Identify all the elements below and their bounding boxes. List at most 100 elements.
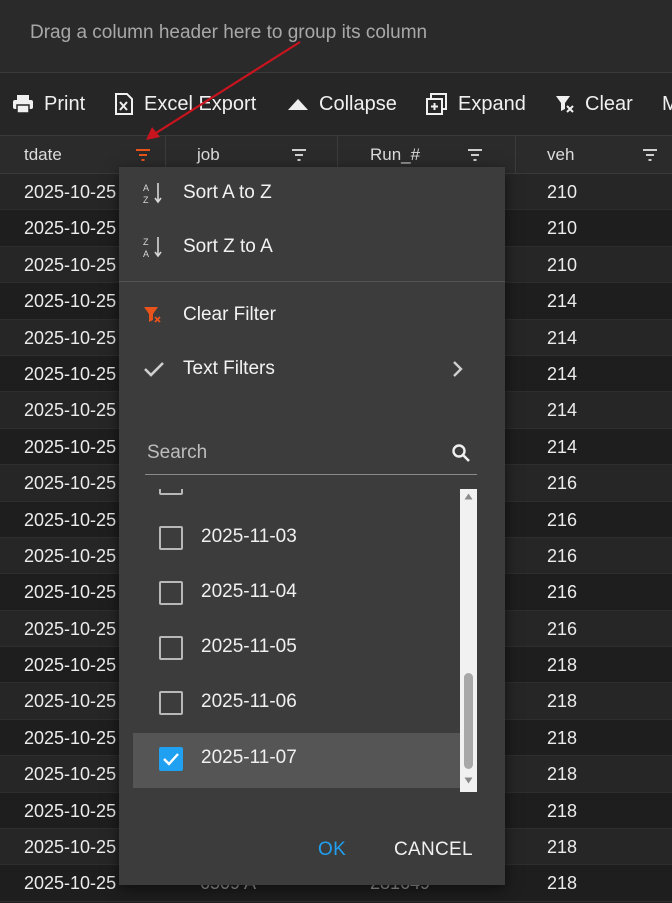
checkmark-icon bbox=[144, 362, 164, 377]
column-header-label: Run_# bbox=[370, 144, 421, 164]
cell-veh: 218 bbox=[547, 800, 578, 821]
excel-icon bbox=[115, 93, 133, 115]
scrollbar-thumb[interactable] bbox=[464, 673, 473, 769]
filter-value-item[interactable]: 2025-11-04 bbox=[133, 567, 460, 622]
cell-veh: 214 bbox=[547, 327, 578, 348]
cell-tdate: 2025-10-25 bbox=[24, 363, 117, 384]
filter-value-item[interactable]: 2025-11-06 bbox=[133, 677, 460, 732]
printer-icon bbox=[13, 95, 33, 114]
sort-ascending-label: Sort A to Z bbox=[183, 182, 272, 203]
cell-tdate: 2025-10-25 bbox=[24, 436, 117, 457]
filter-icon[interactable] bbox=[291, 149, 307, 161]
text-filters-item[interactable]: Text Filters bbox=[119, 343, 505, 395]
checkmark-icon bbox=[163, 753, 179, 766]
expand-icon bbox=[426, 93, 447, 115]
chevron-right-icon bbox=[453, 361, 463, 377]
svg-text:A: A bbox=[143, 249, 149, 259]
cell-veh: 214 bbox=[547, 363, 578, 384]
sort-descending-label: Sort Z to A bbox=[183, 236, 273, 257]
cell-veh: 218 bbox=[547, 727, 578, 748]
more-toolbar-button[interactable]: M bbox=[662, 73, 672, 135]
filter-value-list: 2025-11-02 2025-11-03 2025-11-04 2025-11… bbox=[133, 489, 477, 792]
cell-veh: 216 bbox=[547, 582, 578, 603]
excel-export-button[interactable]: Excel Export bbox=[114, 73, 256, 135]
cell-tdate: 2025-10-25 bbox=[24, 254, 117, 275]
expand-button[interactable]: Expand bbox=[426, 73, 526, 135]
cancel-button[interactable]: CANCEL bbox=[394, 839, 473, 861]
grid-toolbar: Print Excel Export Collapse Expand Clear… bbox=[0, 72, 672, 136]
cell-tdate: 2025-10-25 bbox=[24, 691, 117, 712]
clear-filter-item[interactable]: Clear Filter bbox=[119, 289, 505, 341]
filter-value-label: 2025-11-02 bbox=[201, 489, 297, 493]
checkbox-checked[interactable] bbox=[159, 747, 183, 771]
cell-tdate: 2025-10-25 bbox=[24, 182, 117, 202]
filter-search-input[interactable]: Search bbox=[145, 432, 477, 475]
filter-icon[interactable] bbox=[642, 149, 658, 161]
sort-ascending-item[interactable]: AZ Sort A to Z bbox=[119, 167, 505, 219]
checkbox[interactable] bbox=[159, 581, 183, 605]
svg-text:Z: Z bbox=[143, 195, 149, 205]
sort-ascending-icon: AZ bbox=[143, 183, 162, 205]
cell-veh: 214 bbox=[547, 291, 578, 312]
sort-descending-item[interactable]: ZA Sort Z to A bbox=[119, 221, 505, 273]
checkbox[interactable] bbox=[159, 636, 183, 660]
cell-veh: 218 bbox=[547, 837, 578, 858]
cell-tdate: 2025-10-25 bbox=[24, 473, 117, 494]
filter-value-label: 2025-11-04 bbox=[201, 581, 297, 602]
scroll-down-arrow-icon[interactable] bbox=[464, 777, 473, 784]
clear-label: Clear bbox=[585, 92, 633, 115]
print-label: Print bbox=[44, 92, 86, 115]
filter-value-label: 2025-11-05 bbox=[201, 636, 297, 657]
svg-text:A: A bbox=[143, 183, 149, 193]
column-header-label: veh bbox=[547, 144, 575, 164]
cell-tdate: 2025-10-25 bbox=[24, 291, 117, 312]
cell-veh: 214 bbox=[547, 436, 578, 457]
column-filter-menu: AZ Sort A to Z ZA Sort Z to A Clear Filt… bbox=[119, 167, 505, 885]
triangle-up-icon bbox=[288, 99, 308, 110]
list-scrollbar[interactable] bbox=[460, 489, 477, 792]
collapse-label: Collapse bbox=[319, 92, 397, 115]
cell-tdate: 2025-10-25 bbox=[24, 800, 117, 821]
expand-label: Expand bbox=[458, 92, 526, 115]
scroll-up-arrow-icon[interactable] bbox=[464, 493, 473, 500]
column-header-label: job bbox=[197, 144, 220, 164]
checkbox[interactable] bbox=[159, 489, 183, 495]
cell-veh: 218 bbox=[547, 655, 578, 676]
filter-value-label: 2025-11-06 bbox=[201, 691, 297, 712]
cell-tdate: 2025-10-25 bbox=[24, 618, 117, 639]
cell-tdate: 2025-10-25 bbox=[24, 837, 117, 858]
cell-veh: 210 bbox=[547, 182, 578, 202]
cell-veh: 218 bbox=[547, 873, 578, 894]
filter-value-item-selected[interactable]: 2025-11-07 bbox=[133, 733, 460, 788]
cell-tdate: 2025-10-25 bbox=[24, 509, 117, 530]
cell-tdate: 2025-10-25 bbox=[24, 873, 117, 894]
print-button[interactable]: Print bbox=[12, 73, 85, 135]
text-filters-label: Text Filters bbox=[183, 358, 275, 379]
filter-value-label: 2025-11-03 bbox=[201, 526, 297, 547]
filter-active-icon[interactable] bbox=[135, 149, 151, 161]
checkbox[interactable] bbox=[159, 691, 183, 715]
ok-button[interactable]: OK bbox=[318, 839, 346, 861]
cell-veh: 216 bbox=[547, 509, 578, 530]
cell-tdate: 2025-10-25 bbox=[24, 400, 117, 421]
filter-value-item[interactable]: 2025-11-02 bbox=[133, 489, 460, 512]
cell-tdate: 2025-10-25 bbox=[24, 727, 117, 748]
cell-tdate: 2025-10-25 bbox=[24, 327, 117, 348]
cell-veh: 218 bbox=[547, 764, 578, 785]
clear-filter-label: Clear Filter bbox=[183, 304, 276, 325]
cell-tdate: 2025-10-25 bbox=[24, 764, 117, 785]
filter-value-item[interactable]: 2025-11-03 bbox=[133, 512, 460, 567]
checkbox[interactable] bbox=[159, 526, 183, 550]
collapse-button[interactable]: Collapse bbox=[287, 73, 397, 135]
cell-veh: 214 bbox=[547, 400, 578, 421]
search-icon[interactable] bbox=[451, 443, 471, 463]
clear-filter-toolbar-button[interactable]: Clear bbox=[555, 73, 633, 135]
filter-icon[interactable] bbox=[467, 149, 483, 161]
more-label: M bbox=[662, 92, 672, 115]
cell-tdate: 2025-10-25 bbox=[24, 582, 117, 603]
cell-veh: 216 bbox=[547, 473, 578, 494]
filter-value-item[interactable]: 2025-11-05 bbox=[133, 622, 460, 677]
column-header-veh[interactable]: veh bbox=[516, 136, 672, 173]
menu-divider bbox=[119, 281, 505, 282]
cell-veh: 216 bbox=[547, 545, 578, 566]
